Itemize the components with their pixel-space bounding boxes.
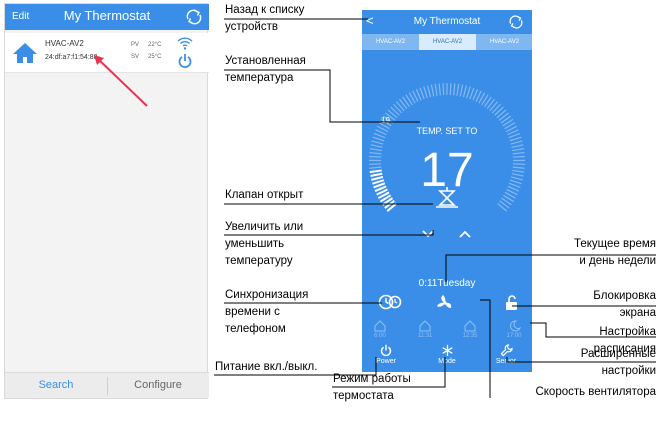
annotation-set-temp: Установленная температура xyxy=(225,53,306,87)
annotation-line: Клапан открыт xyxy=(225,189,304,201)
annotation-lines xyxy=(214,18,656,398)
annotation-line: Установленная xyxy=(225,55,306,67)
annotation-up-down: Увеличить или уменьшить температуру xyxy=(225,219,303,270)
annotation-sync-time: Синхронизация времени с телефоном xyxy=(225,287,308,338)
annotation-line: Увеличить или xyxy=(225,221,304,233)
annotation-line: настройки xyxy=(601,365,656,377)
annotation-clock: Текущее время и день недели xyxy=(574,236,656,270)
annotation-line: устройств xyxy=(225,21,278,33)
annotation-line: термостата xyxy=(333,390,394,402)
annotation-lock: Блокировка экрана xyxy=(593,288,656,322)
annotation-line: Блокировка xyxy=(593,290,656,302)
annotation-line: Назад к списку xyxy=(225,4,305,16)
annotation-line: времени с xyxy=(225,306,280,318)
annotation-line: уменьшить xyxy=(225,238,285,250)
annotation-line: Режим работы xyxy=(333,373,411,385)
annotation-mode: Режим работы термостата xyxy=(333,371,411,405)
annotation-line: Синхронизация xyxy=(225,289,309,301)
annotation-line: и день недели xyxy=(579,255,656,267)
annotation-line: температура xyxy=(225,72,294,84)
annotation-line: температуру xyxy=(225,255,293,267)
annotation-power: Питание вкл./выкл. xyxy=(215,359,317,376)
annotation-senior: Расширенные настройки xyxy=(581,346,656,380)
annotation-line: Расширенные xyxy=(580,348,656,360)
annotation-line: экрана xyxy=(619,307,656,319)
annotation-valve: Клапан открыт xyxy=(225,187,303,204)
annotation-line: Настройка xyxy=(599,326,656,338)
annotation-line: Скорость вентилятора xyxy=(535,386,656,398)
annotation-line: Текущее время xyxy=(573,238,656,250)
annotation-fan: Скорость вентилятора xyxy=(535,384,656,401)
annotation-line: Питание вкл./выкл. xyxy=(215,361,318,373)
annotation-line: телефоном xyxy=(225,323,286,335)
annotation-back: Назад к списку устройств xyxy=(225,2,304,36)
